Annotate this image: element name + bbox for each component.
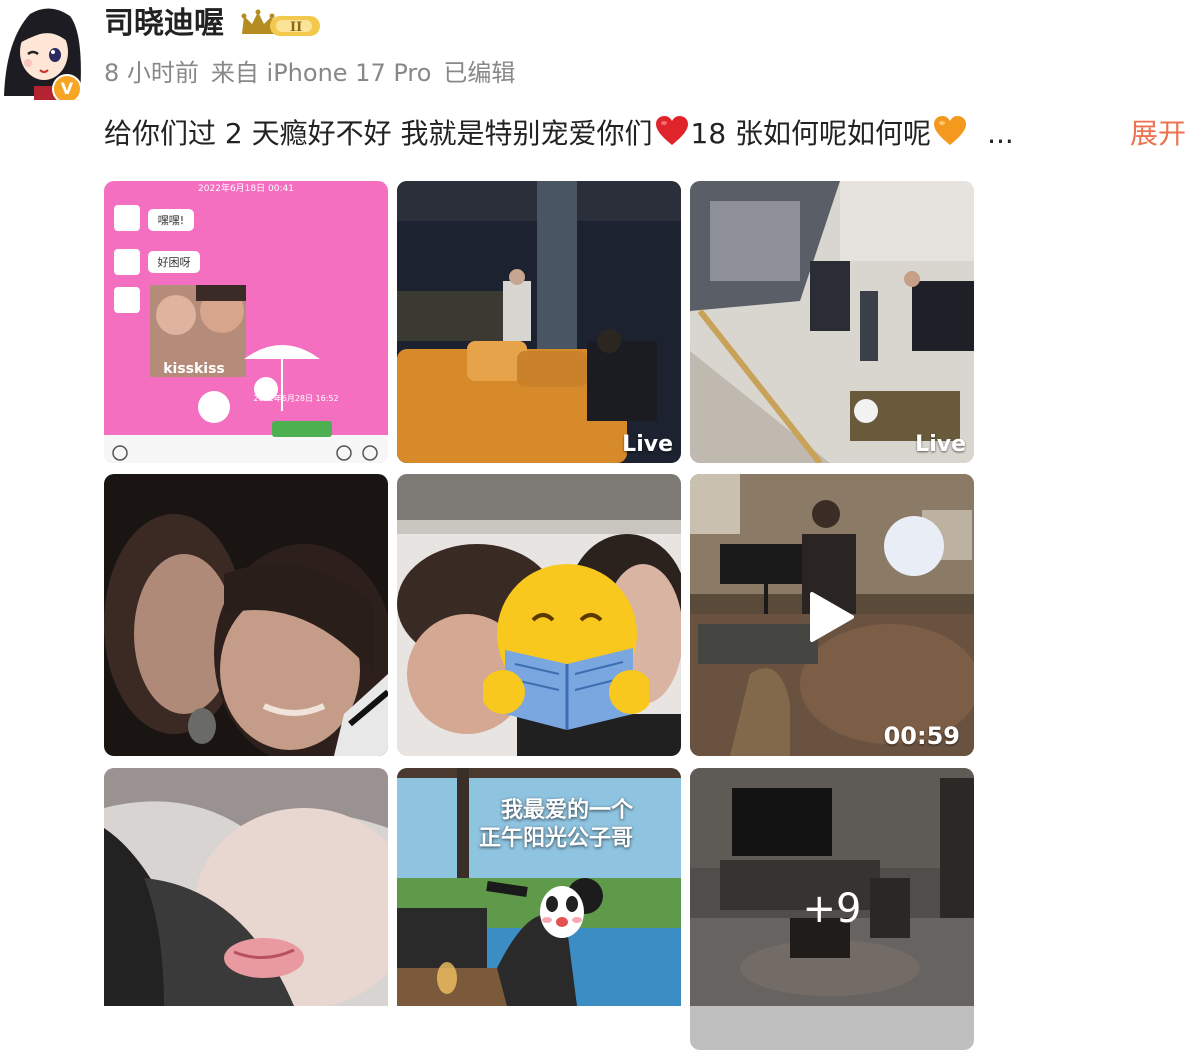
- selfie-photo-image: [104, 474, 388, 756]
- image-tile-lounge-photo[interactable]: Live: [397, 181, 681, 463]
- post-text-part2: 18 张如何呢如何呢: [690, 117, 932, 150]
- image-tile-music-room-video[interactable]: 00:59: [690, 474, 974, 756]
- chat-label-2: 好困呀: [158, 255, 191, 269]
- vip-badge-icon: V: [52, 74, 82, 100]
- image-tile-tv-room-photo[interactable]: +9: [690, 768, 974, 1050]
- ellipsis: ...: [987, 117, 1014, 150]
- post-text-part1: 给你们过 2 天瘾好不好 我就是特别宠爱你们: [104, 117, 653, 150]
- post-meta: 8 小时前 来自 iPhone 17 Pro 已编辑: [104, 56, 527, 90]
- post-content: 给你们过 2 天瘾好不好 我就是特别宠爱你们 18 张如何呢如何呢...: [104, 112, 1014, 160]
- sticker-text: kisskiss: [163, 361, 225, 377]
- more-images-overlay[interactable]: +9: [690, 768, 974, 1050]
- chat-timestamp-top: 2022年6月18日 00:41: [198, 182, 294, 194]
- closeup-photo-image: [104, 768, 388, 1008]
- edited-label[interactable]: 已编辑: [443, 59, 515, 87]
- image-tile-bed-photo[interactable]: [397, 474, 681, 756]
- live-badge: Live: [622, 432, 673, 457]
- image-tile-chat-screenshot[interactable]: 2022年6月18日 00:41 嘿嘿! 好困呀 kisskiss 2022年6…: [104, 181, 388, 463]
- chat-timestamp-bottom: 2022年6月28日 16:52: [253, 393, 338, 403]
- image-tile-pool-photo[interactable]: 我最爱的一个 正午阳光公子哥: [397, 768, 681, 1050]
- lounge-photo-image: [397, 181, 681, 463]
- avatar[interactable]: V: [0, 0, 84, 100]
- chat-label-1: 嘿嘿!: [158, 214, 184, 227]
- expand-button[interactable]: 展开: [1130, 112, 1186, 156]
- living-room-photo-image: [690, 181, 974, 463]
- image-tile-selfie-photo[interactable]: [104, 474, 388, 756]
- post-source[interactable]: 来自 iPhone 17 Pro: [211, 59, 432, 87]
- panda-face-sticker-icon: [540, 886, 584, 938]
- chat-screenshot-image: 2022年6月18日 00:41 嘿嘿! 好困呀 kisskiss 2022年6…: [104, 181, 388, 463]
- post-time: 8 小时前: [104, 59, 199, 87]
- overlay-caption-line2: 正午阳光公子哥: [479, 826, 634, 851]
- username[interactable]: 司晓迪喔: [104, 4, 224, 44]
- live-badge: Live: [915, 432, 966, 457]
- red-heart-icon: [655, 115, 689, 160]
- video-duration: 00:59: [883, 722, 960, 750]
- crown-level-badge-icon[interactable]: II: [240, 8, 324, 40]
- image-tile-living-room-photo[interactable]: Live: [690, 181, 974, 463]
- reading-face-emoji-icon: [483, 564, 649, 730]
- image-tile-closeup-photo[interactable]: [104, 768, 388, 1050]
- play-icon[interactable]: [806, 590, 856, 644]
- level-badge-text: II: [290, 20, 302, 35]
- orange-heart-icon: [933, 115, 967, 160]
